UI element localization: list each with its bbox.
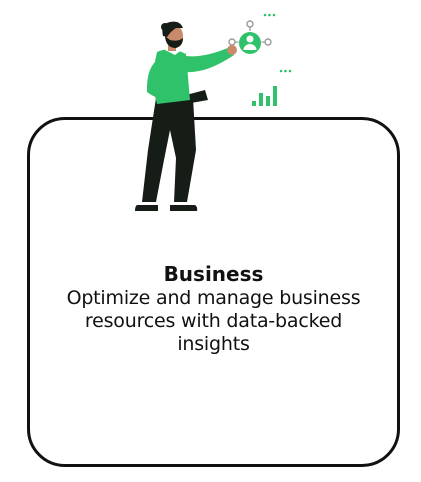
- card-description: Optimize and manage business resources w…: [66, 287, 361, 355]
- card-text: Business Optimize and manage business re…: [30, 263, 397, 356]
- person-with-laptop-illustration: [135, 13, 292, 211]
- person-figure: [135, 21, 237, 211]
- card-title: Business: [163, 262, 264, 286]
- bar-chart-icon: [252, 86, 277, 106]
- ellipsis-icon: [263, 13, 276, 17]
- ellipsis-icon: [279, 69, 292, 73]
